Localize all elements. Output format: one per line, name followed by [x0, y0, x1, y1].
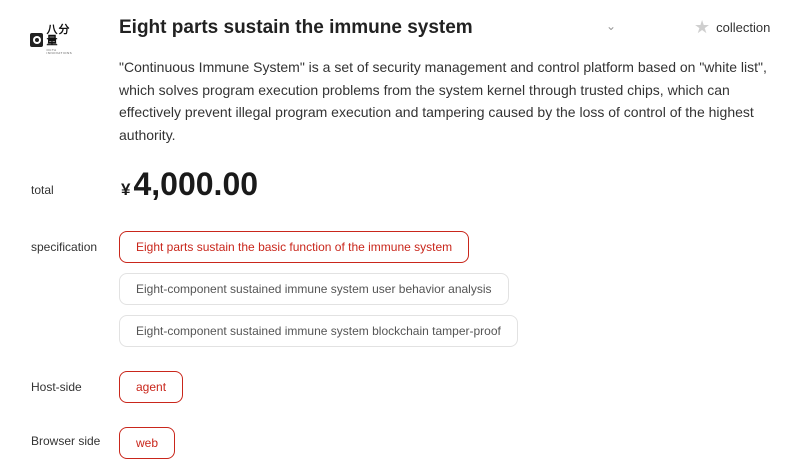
- chevron-down-icon[interactable]: ⌄: [606, 19, 616, 33]
- logo-mark-icon: [30, 33, 44, 47]
- product-title: Eight parts sustain the immune system: [119, 17, 473, 38]
- host-option-agent[interactable]: agent: [119, 371, 184, 403]
- price-display: ¥ 4,000.00: [121, 166, 258, 203]
- logo-cn-text: 八分量: [46, 24, 71, 47]
- host-side-label: Host-side: [31, 380, 82, 394]
- brand-logo: 八分量 OCTA INNOVATIONS: [30, 25, 82, 55]
- browser-option-web[interactable]: web: [119, 427, 176, 459]
- spec-option-user-behavior[interactable]: Eight-component sustained immune system …: [119, 273, 509, 305]
- logo-en-text: OCTA INNOVATIONS: [46, 48, 73, 55]
- star-icon: ★: [694, 17, 711, 37]
- price-amount: 4,000.00: [133, 166, 259, 202]
- collection-button[interactable]: ★ collection: [694, 18, 770, 36]
- spec-option-blockchain[interactable]: Eight-component sustained immune system …: [119, 315, 518, 347]
- spec-option-basic-function[interactable]: Eight parts sustain the basic function o…: [119, 231, 470, 263]
- product-description: "Continuous Immune System" is a set of s…: [119, 59, 767, 143]
- specification-label: specification: [31, 240, 98, 254]
- currency-symbol: ¥: [121, 180, 131, 199]
- browser-side-label: Browser side: [31, 434, 101, 448]
- collection-label: collection: [716, 19, 771, 35]
- total-label: total: [31, 183, 54, 197]
